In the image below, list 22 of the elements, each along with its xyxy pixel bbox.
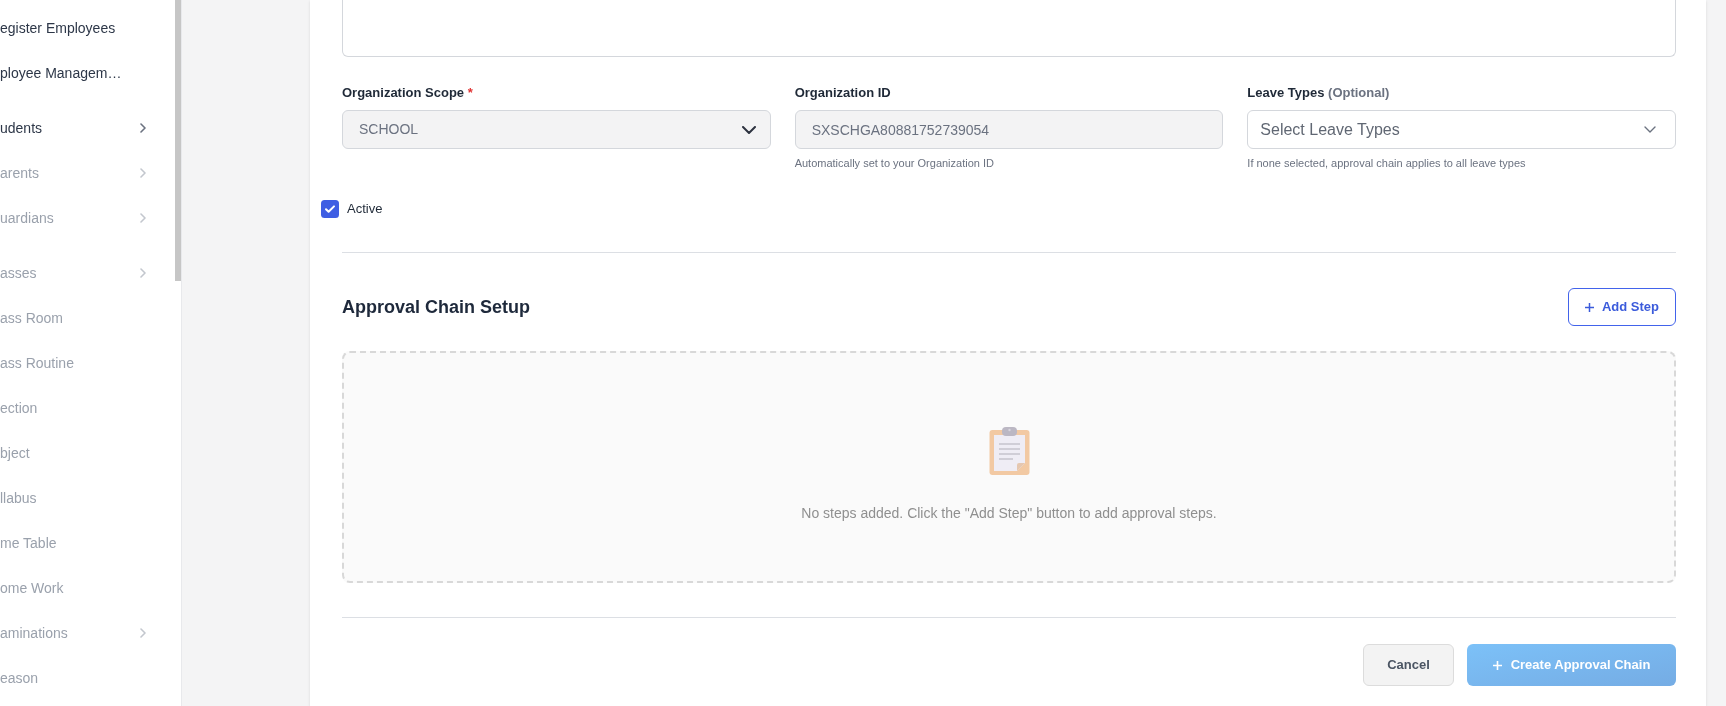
section-title: Approval Chain Setup (342, 295, 530, 319)
chevron-down-icon (741, 125, 756, 134)
help-text: If none selected, approval chain applies to all leave types (1247, 156, 1527, 171)
empty-state-message: No steps added. Click the "Add Step" button to add approval steps. (801, 504, 1217, 523)
field-label: Leave Types (Optional) (1247, 84, 1391, 102)
field-label: Organization Scope * (342, 84, 474, 102)
scrollbar-thumb[interactable] (175, 0, 181, 281)
chevron-down-icon (1644, 126, 1656, 133)
sidebar-item[interactable]: ployee Managem… (0, 50, 175, 95)
cancel-button[interactable]: Cancel (1363, 644, 1454, 686)
help-text: Automatically set to your Organization ID (794, 156, 995, 171)
clipboard-icon (988, 427, 1030, 475)
sidebar-item[interactable]: udents (0, 105, 175, 150)
plus-icon (1492, 660, 1502, 670)
field-label: Organization ID (794, 84, 892, 102)
select-field[interactable]: Select Leave Types (1247, 110, 1676, 149)
add-step-button[interactable]: Add Step (1568, 288, 1676, 326)
plus-icon (1584, 302, 1594, 312)
sidebar-item[interactable]: egister Employees (0, 5, 175, 50)
checkbox[interactable] (321, 200, 339, 218)
text-area-field[interactable] (342, 0, 1676, 57)
checkbox-label: Active (347, 200, 383, 218)
